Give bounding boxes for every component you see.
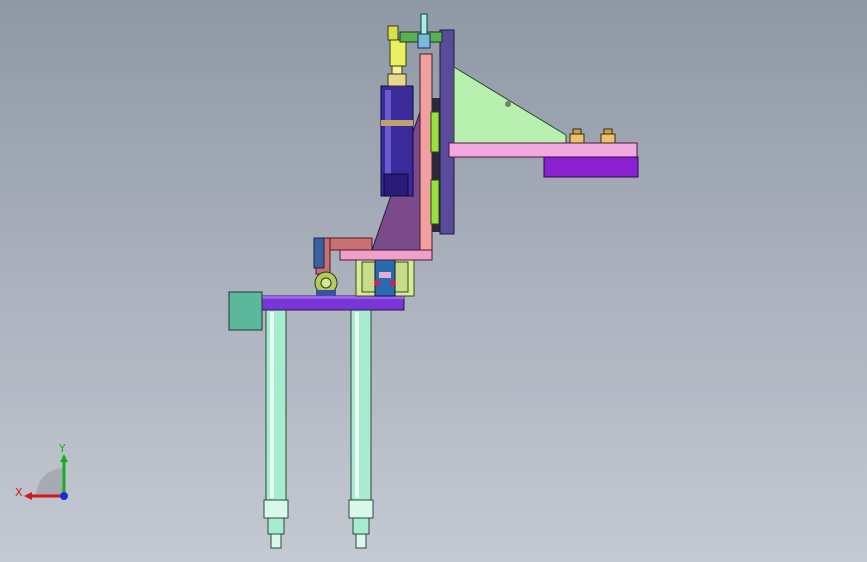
- triad-origin: [60, 492, 68, 500]
- triad-x-arrow: [24, 492, 32, 500]
- side-block: [228, 291, 263, 331]
- pneumatic-cylinder: [380, 65, 414, 197]
- vertical-upright: [419, 53, 433, 251]
- triad-y-arrow: [60, 454, 68, 462]
- bolt-right: [600, 128, 616, 144]
- cad-viewport[interactable]: [0, 0, 867, 562]
- round-knob: [314, 271, 338, 296]
- coordinate-triad: X Y: [15, 442, 68, 500]
- triad-y-label: Y: [58, 442, 66, 455]
- bolt-left: [569, 128, 585, 144]
- arm-end-block: [543, 156, 639, 178]
- support-leg-left: [263, 309, 289, 549]
- lower-bracket: [339, 249, 433, 261]
- support-leg-right: [348, 309, 374, 549]
- horizontal-arm: [448, 142, 638, 158]
- gusset-hole: [505, 101, 511, 107]
- top-clamp: [387, 13, 443, 67]
- base-plate: [261, 295, 405, 311]
- linear-slides: [430, 98, 440, 232]
- triad-x-label: X: [15, 486, 23, 499]
- triad-shadow: [36, 468, 64, 496]
- mounting-plate: [439, 29, 455, 235]
